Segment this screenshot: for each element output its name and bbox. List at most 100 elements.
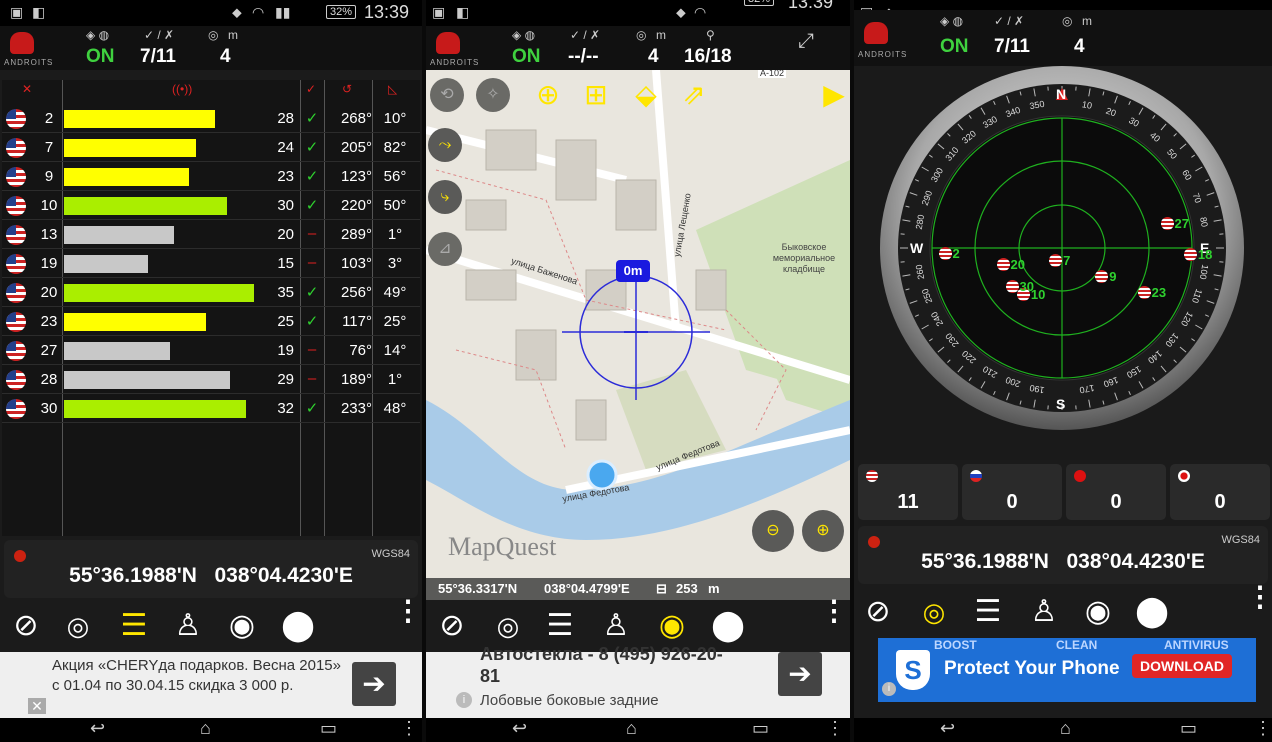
back-icon[interactable]: ↩ xyxy=(512,718,527,739)
menu-icon[interactable]: ⋮ xyxy=(1254,718,1272,739)
overflow-menu-icon[interactable]: ⋮ xyxy=(394,597,422,625)
location-icon: ⬥ xyxy=(676,4,686,20)
satellite-row: 23 25 ✓ 117° 25° xyxy=(2,309,420,336)
sats-used-icon: ✓ / ✗ xyxy=(994,14,1025,28)
add-waypoint-icon[interactable]: ⬙ xyxy=(626,78,666,111)
satellite-table: ✕ ((•)) ✓ ↺ ◺ 2 28 ✓ 268° 10° 7 24 ✓ 205° 82° 9 23 ✓… xyxy=(2,80,420,536)
compass-map-icon[interactable]: ✧ xyxy=(476,78,510,112)
latitude: 55°36.1988'N xyxy=(69,564,197,587)
back-icon[interactable]: ↩ xyxy=(940,718,955,739)
zoom-in-icon[interactable]: ⊕ xyxy=(802,510,844,552)
compass-icon[interactable]: ⊘ xyxy=(432,606,472,646)
share-icon[interactable]: ⇗ xyxy=(674,78,714,111)
ad-banner[interactable]: Акция «CHERYда подарков. Весна 2015» с 0… xyxy=(0,652,422,718)
location-pin-icon[interactable]: ⬤ xyxy=(708,606,748,646)
satellite-row: 19 15– 103° 3° xyxy=(2,251,420,278)
satellite-elevation: 82° xyxy=(383,139,407,156)
us-flag-icon xyxy=(1049,253,1063,267)
radar-icon[interactable]: ◎ xyxy=(488,606,528,646)
overflow-menu-icon[interactable]: ⋮ xyxy=(820,597,848,625)
compass-icon[interactable]: ⊘ xyxy=(6,606,46,646)
compass-icon[interactable]: ⊘ xyxy=(858,592,898,632)
radar-icon[interactable]: ◎ xyxy=(914,592,954,632)
sats-used: --/-- xyxy=(568,46,599,67)
recents-icon[interactable]: ▭ xyxy=(320,718,337,739)
ad-banner[interactable]: Автостекла - 8 (495) 926-20- 81 i Лобовы… xyxy=(426,644,850,718)
accuracy-unit: m xyxy=(656,28,666,42)
satellite-prn: 27 xyxy=(40,342,58,359)
fix-icon: ◈ ◍ xyxy=(86,28,110,42)
image-notification-icon: ▣ xyxy=(10,4,24,20)
menu-icon[interactable]: ⋮ xyxy=(400,718,418,739)
accuracy-value: 4 xyxy=(1074,36,1085,57)
recents-icon[interactable]: ▭ xyxy=(752,718,769,739)
prn-header-icon: ✕ xyxy=(22,82,33,96)
globe-icon[interactable]: ◉ xyxy=(652,606,692,646)
ad-arrow-button[interactable]: ➔ xyxy=(778,652,822,696)
unused-dash-icon: – xyxy=(307,370,317,387)
sky-satellite: 18 xyxy=(1183,246,1212,262)
home-icon[interactable]: ⌂ xyxy=(626,718,637,739)
us-flag-icon xyxy=(6,225,26,245)
map-footer-lat: 55°36.3317'N xyxy=(438,581,518,596)
home-icon[interactable]: ⌂ xyxy=(1060,718,1071,739)
fullscreen-icon[interactable]: ⤢ xyxy=(798,30,814,53)
back-icon[interactable]: ↩ xyxy=(90,718,105,739)
satellite-snr: 32 xyxy=(277,400,294,417)
accuracy-value: 4 xyxy=(220,46,231,67)
satellite-elevation: 25° xyxy=(383,313,407,330)
radar-icon[interactable]: ◎ xyxy=(58,606,98,646)
glonass-count-cell: 0 xyxy=(962,464,1062,520)
ruler-icon[interactable]: ⊞ xyxy=(576,78,616,111)
radar-screen: ▣ ⬥ ANDROITS ◈ ◍ ✓ / ✗ ◎ m ON 7/11 4 xyxy=(854,0,1272,742)
menu-icon[interactable]: ⋮ xyxy=(826,718,844,739)
us-flag-icon xyxy=(6,196,26,216)
walking-icon[interactable]: ♙ xyxy=(596,606,636,646)
map-footer-dist-unit: m xyxy=(708,581,720,596)
zoom-out-icon[interactable]: ⊖ xyxy=(752,510,794,552)
satellite-prn: 28 xyxy=(40,371,58,388)
accuracy-icon: ◎ xyxy=(208,28,219,42)
globe-icon[interactable]: ◉ xyxy=(1078,592,1118,632)
walking-icon[interactable]: ♙ xyxy=(168,606,208,646)
location-pin-icon[interactable]: ⬤ xyxy=(278,606,318,646)
rotate-map-icon[interactable]: ⟲ xyxy=(430,78,464,112)
signal-bar xyxy=(64,284,254,302)
ad-arrow-button[interactable]: ➔ xyxy=(352,662,396,706)
satellite-azimuth: 220° xyxy=(340,197,372,214)
track-icon[interactable]: ⤳ xyxy=(428,128,462,162)
path-icon[interactable]: ⊿ xyxy=(428,232,462,266)
elevation-header-icon: ◺ xyxy=(388,82,398,96)
satellite-prn: 30 xyxy=(40,400,58,417)
route-icon[interactable]: ⤷ xyxy=(428,180,462,214)
clock: 13:39 xyxy=(788,0,834,12)
overflow-menu-icon[interactable]: ⋮ xyxy=(1246,583,1272,611)
ad-download-button[interactable]: DOWNLOAD xyxy=(1132,654,1232,678)
us-flag-icon xyxy=(6,312,26,332)
ad-info-icon[interactable]: i xyxy=(456,692,472,708)
accuracy-value: 4 xyxy=(648,46,659,67)
ad-banner[interactable]: BOOST CLEAN ANTIVIRUS S Protect Your Pho… xyxy=(878,638,1256,702)
globe-icon[interactable]: ◉ xyxy=(222,606,262,646)
location-pin-icon[interactable]: ⬤ xyxy=(1132,592,1172,632)
crosshair-icon[interactable]: ⊕ xyxy=(528,78,568,111)
satellite-list-icon[interactable]: ☰ xyxy=(968,592,1008,632)
satellite-list-icon[interactable]: ☰ xyxy=(540,606,580,646)
recents-icon[interactable]: ▭ xyxy=(1180,718,1197,739)
us-flag-icon xyxy=(6,167,26,187)
home-icon[interactable]: ⌂ xyxy=(200,718,211,739)
satellite-list-icon[interactable]: ☰ xyxy=(114,606,154,646)
sky-satellite: 30 xyxy=(1005,278,1034,294)
map-view[interactable]: улица Баженова улица Федотова улица Федо… xyxy=(426,70,850,600)
ad-info-icon[interactable]: i xyxy=(882,682,896,696)
satellite-row: 2 28 ✓ 268° 10° xyxy=(2,106,420,133)
satellite-elevation: 50° xyxy=(383,197,407,214)
signal-bar xyxy=(64,313,206,331)
used-check-icon: ✓ xyxy=(305,313,319,330)
ad-tab-clean: CLEAN xyxy=(1056,638,1098,652)
satellite-elevation: 1° xyxy=(387,371,403,388)
expand-toolbar-icon[interactable]: ▶ xyxy=(814,78,850,111)
fix-status: ON xyxy=(940,36,969,57)
walking-icon[interactable]: ♙ xyxy=(1024,592,1064,632)
ad-close-icon[interactable]: ✕ xyxy=(28,698,46,714)
